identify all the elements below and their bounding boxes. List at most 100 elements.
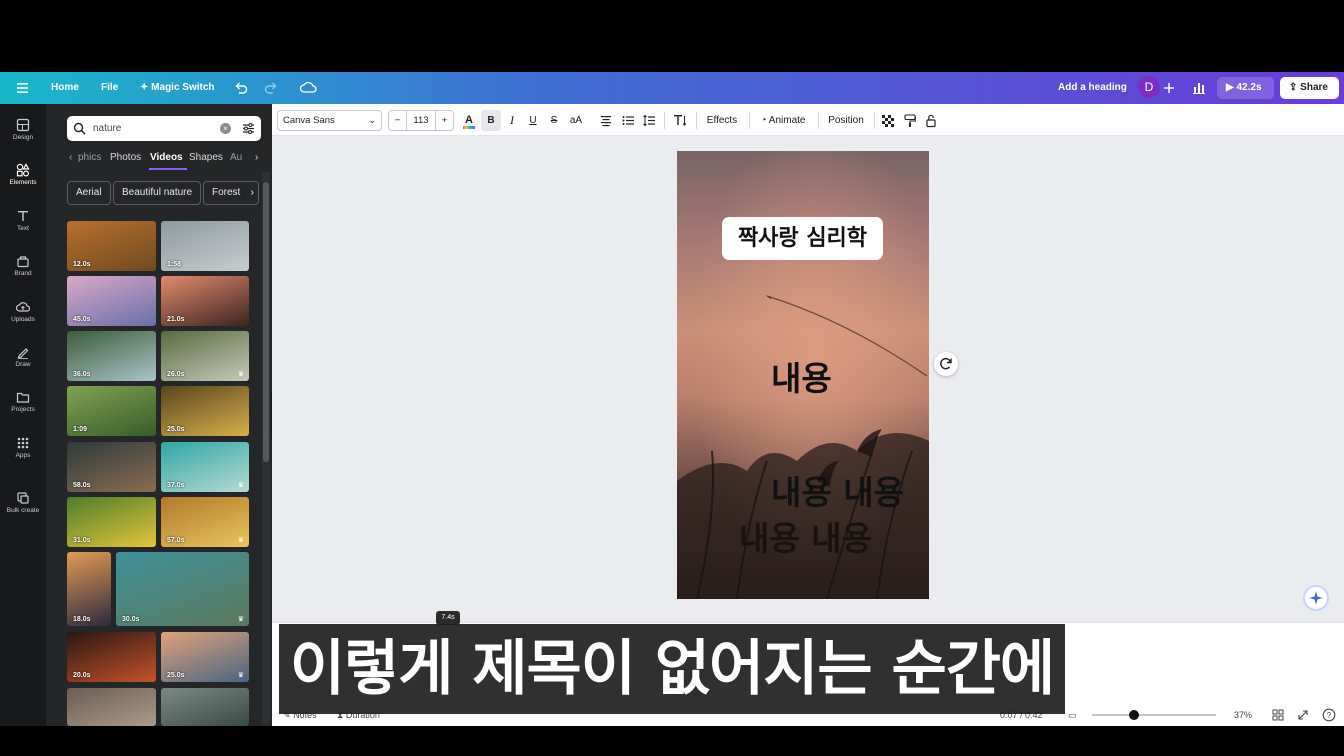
add-collaborator-icon[interactable]	[1163, 72, 1175, 104]
pro-crown-icon: ♛	[237, 537, 244, 544]
screen: Home File ✦ Magic Switch Add a heading ▶…	[0, 0, 1344, 756]
italic-button[interactable]: I	[503, 110, 521, 131]
video-thumbnail[interactable]: 37.0s ♛	[161, 442, 249, 492]
video-thumbnail[interactable]: 31.0s	[67, 497, 156, 547]
undo-icon[interactable]	[234, 72, 248, 104]
rail-elements[interactable]: Elements	[0, 157, 46, 199]
avatar[interactable]: D	[1138, 76, 1160, 98]
rail-projects[interactable]: Projects	[0, 384, 46, 426]
video-thumbnail[interactable]: 1:58	[161, 221, 249, 271]
chip-aerial[interactable]: Aerial	[67, 181, 111, 205]
menu-icon[interactable]	[16, 72, 30, 104]
zoom-slider[interactable]	[1092, 714, 1216, 716]
rail-text[interactable]: Text	[0, 203, 46, 245]
increase-font-size-button[interactable]: +	[435, 111, 453, 130]
text-color-button[interactable]: A	[460, 110, 478, 131]
video-thumbnail[interactable]	[161, 688, 249, 726]
effects-button[interactable]: Effects	[702, 110, 742, 131]
list-icon[interactable]	[619, 110, 637, 131]
panel-scrollbar-thumb[interactable]	[263, 182, 269, 462]
search-box: ×	[67, 116, 261, 141]
video-thumbnail[interactable]: 30.0s ♛	[116, 552, 249, 626]
video-thumbnail[interactable]: 21.0s	[161, 276, 249, 326]
body-text-3[interactable]: 내용 내용	[739, 512, 872, 560]
rail-bulk-create[interactable]: Bulk create	[0, 485, 46, 527]
regenerate-button[interactable]	[934, 352, 958, 376]
active-tab-indicator	[149, 168, 187, 170]
zoom-slider-handle[interactable]	[1129, 710, 1139, 720]
grid-view-icon[interactable]	[1272, 708, 1284, 722]
redo-icon[interactable]	[264, 72, 278, 104]
body-text-2[interactable]: 내용 내용	[771, 466, 904, 514]
underline-button[interactable]: U	[524, 110, 542, 131]
video-duration: 18.0s	[73, 616, 91, 623]
file-menu[interactable]: File	[101, 72, 118, 104]
tabs-scroll-left-icon[interactable]: ‹	[69, 152, 72, 163]
zoom-level[interactable]: 37%	[1234, 708, 1252, 722]
rail-apps[interactable]: Apps	[0, 430, 46, 472]
tab-photos[interactable]: Photos	[110, 152, 141, 163]
tab-videos[interactable]: Videos	[150, 152, 183, 163]
draw-icon	[17, 348, 29, 359]
workspace-scrollbar[interactable]	[1334, 136, 1344, 622]
title-text-box[interactable]: 짝사랑 심리학	[722, 217, 883, 260]
video-thumbnail[interactable]: 58.0s	[67, 442, 156, 492]
font-family-select[interactable]: Canva Sans ⌄	[277, 110, 382, 131]
elements-panel: × ‹ phics Photos Videos Shapes Au › Aeri…	[46, 104, 272, 726]
share-button[interactable]: ⇪ Share	[1280, 77, 1339, 99]
home-button[interactable]: Home	[51, 72, 79, 104]
clear-search-icon[interactable]: ×	[220, 123, 231, 134]
video-thumbnail[interactable]: 26.0s ♛	[161, 331, 249, 381]
letter-case-button[interactable]: aA	[566, 110, 586, 131]
tabs-scroll-right-icon[interactable]: ›	[255, 152, 258, 163]
search-input[interactable]	[93, 120, 213, 137]
magic-switch-button[interactable]: ✦ Magic Switch	[140, 72, 215, 104]
play-button[interactable]: ▶ 42.2s	[1217, 77, 1274, 99]
help-icon[interactable]: ?	[1322, 708, 1336, 722]
copy-style-icon[interactable]	[902, 110, 918, 131]
video-subtitle-caption: 이렇게 제목이 없어지는 순간에	[279, 624, 1065, 714]
tab-graphics[interactable]: phics	[78, 152, 101, 163]
panel-scrollbar[interactable]	[262, 172, 270, 726]
rail-uploads[interactable]: Uploads	[0, 294, 46, 336]
chip-beautiful-nature[interactable]: Beautiful nature	[113, 181, 202, 205]
body-text-1[interactable]: 내용	[771, 352, 832, 400]
decrease-font-size-button[interactable]: −	[389, 111, 407, 130]
chip-forest[interactable]: Forest ›	[203, 181, 259, 205]
page-view-icon[interactable]: ▭	[1068, 708, 1077, 722]
uploads-icon	[16, 302, 30, 312]
video-thumbnail[interactable]: 25.0s ♛	[161, 632, 249, 682]
position-button[interactable]: Position	[824, 110, 868, 131]
transparency-icon[interactable]	[880, 110, 896, 131]
text-orientation-icon[interactable]	[670, 110, 690, 131]
video-thumbnail[interactable]: 45.0s	[67, 276, 156, 326]
animate-button[interactable]: ◔ Animate	[755, 110, 811, 131]
video-thumbnail[interactable]: 36.0s	[67, 331, 156, 381]
bold-button[interactable]: B	[481, 110, 501, 131]
filter-icon[interactable]	[242, 122, 255, 135]
rail-brand[interactable]: Brand	[0, 248, 46, 290]
video-thumbnail[interactable]: 20.0s	[67, 632, 156, 682]
chevron-right-icon[interactable]: ›	[251, 182, 254, 204]
rail-draw[interactable]: Draw	[0, 339, 46, 381]
line-spacing-icon[interactable]	[640, 110, 658, 131]
tab-shapes[interactable]: Shapes	[189, 152, 223, 163]
design-title[interactable]: Add a heading	[1058, 72, 1127, 104]
strikethrough-button[interactable]: S	[545, 110, 563, 131]
video-thumbnail[interactable]: 1:09	[67, 386, 156, 436]
insights-icon[interactable]	[1192, 72, 1206, 104]
font-size-input[interactable]: 113	[407, 111, 435, 130]
video-thumbnail[interactable]: 57.0s ♛	[161, 497, 249, 547]
canva-assistant-button[interactable]	[1303, 585, 1329, 611]
tab-audio[interactable]: Au	[230, 152, 242, 163]
rail-design[interactable]: Design	[0, 112, 46, 154]
lock-icon[interactable]	[923, 110, 939, 131]
video-thumbnail[interactable]	[67, 688, 156, 726]
video-thumbnail[interactable]: 25.0s	[161, 386, 249, 436]
align-center-icon[interactable]	[597, 110, 615, 131]
video-thumbnail[interactable]: 12.0s	[67, 221, 156, 271]
apps-icon	[17, 437, 29, 449]
fullscreen-icon[interactable]	[1297, 708, 1309, 722]
cloud-save-icon[interactable]	[299, 72, 317, 104]
video-thumbnail[interactable]: 18.0s	[67, 552, 111, 626]
